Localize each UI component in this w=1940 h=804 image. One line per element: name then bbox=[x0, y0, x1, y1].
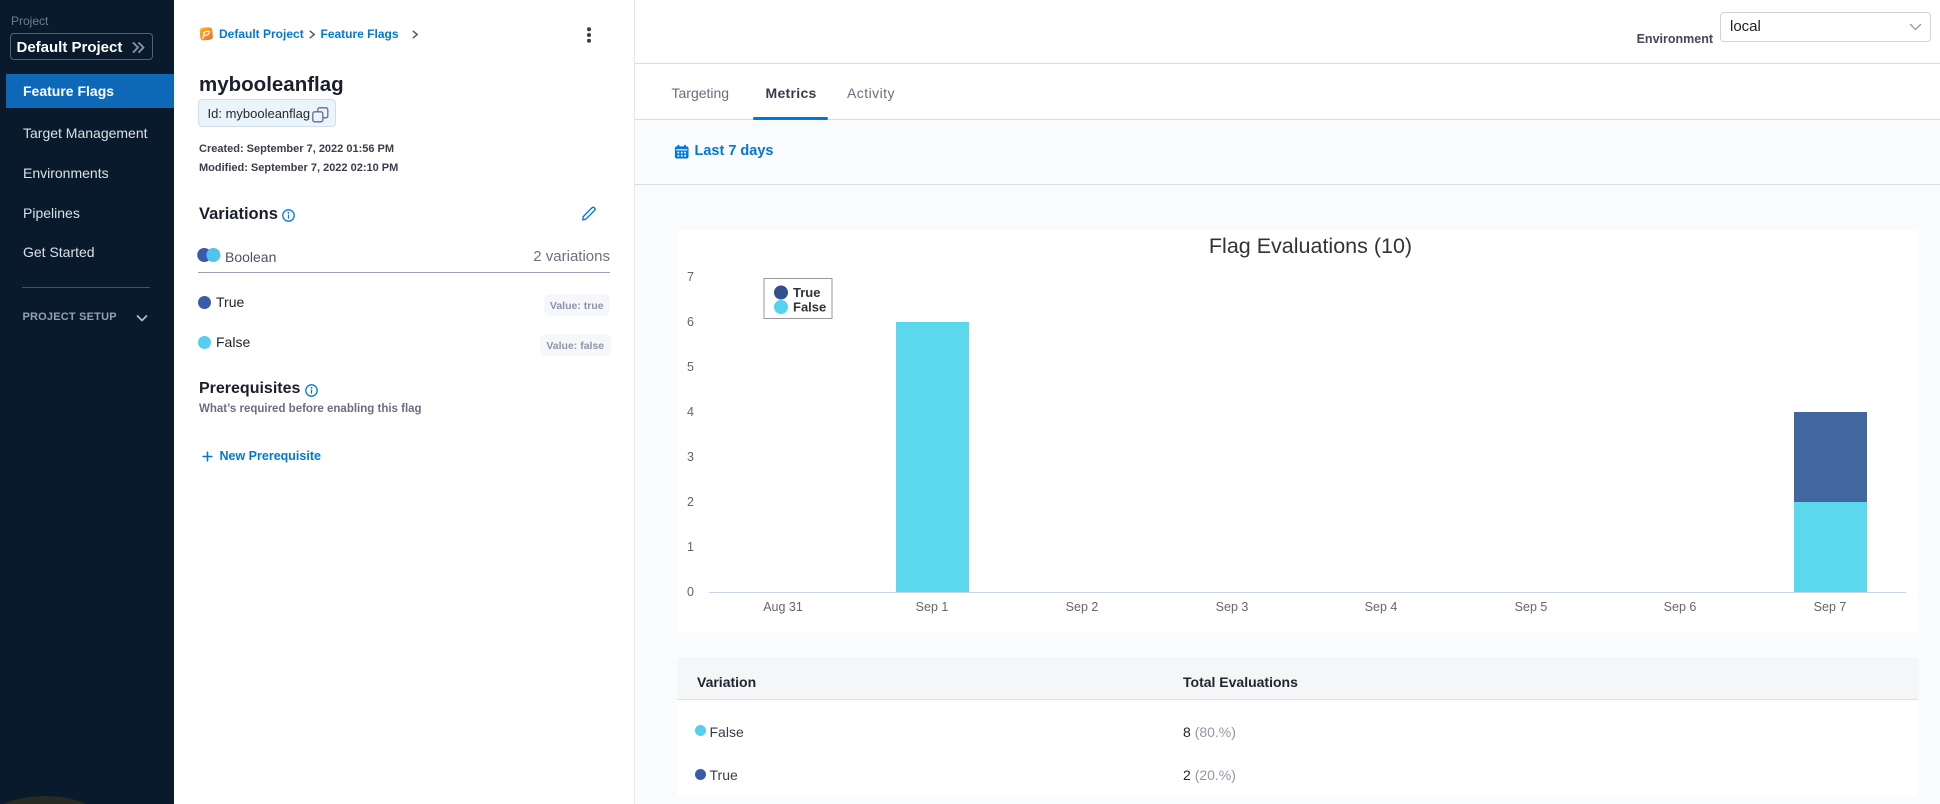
svg-text:Sep 3: Sep 3 bbox=[1216, 600, 1249, 614]
svg-text:True: True bbox=[793, 285, 820, 300]
svg-text:0: 0 bbox=[687, 585, 694, 599]
svg-text:Flag Evaluations (10): Flag Evaluations (10) bbox=[1209, 234, 1412, 258]
svg-text:1: 1 bbox=[687, 540, 694, 554]
svg-text:4: 4 bbox=[687, 405, 694, 419]
svg-text:Aug 31: Aug 31 bbox=[763, 600, 803, 614]
svg-text:Sep 4: Sep 4 bbox=[1365, 600, 1398, 614]
svg-text:Sep 6: Sep 6 bbox=[1664, 600, 1697, 614]
svg-text:Sep 7: Sep 7 bbox=[1814, 600, 1847, 614]
svg-text:2: 2 bbox=[687, 495, 694, 509]
svg-text:Sep 5: Sep 5 bbox=[1515, 600, 1548, 614]
svg-text:False: False bbox=[793, 300, 826, 315]
svg-text:7: 7 bbox=[687, 270, 694, 284]
svg-text:3: 3 bbox=[687, 450, 694, 464]
svg-text:Sep 1: Sep 1 bbox=[916, 600, 949, 614]
svg-text:5: 5 bbox=[687, 360, 694, 374]
svg-text:6: 6 bbox=[687, 315, 694, 329]
svg-text:Sep 2: Sep 2 bbox=[1066, 600, 1099, 614]
